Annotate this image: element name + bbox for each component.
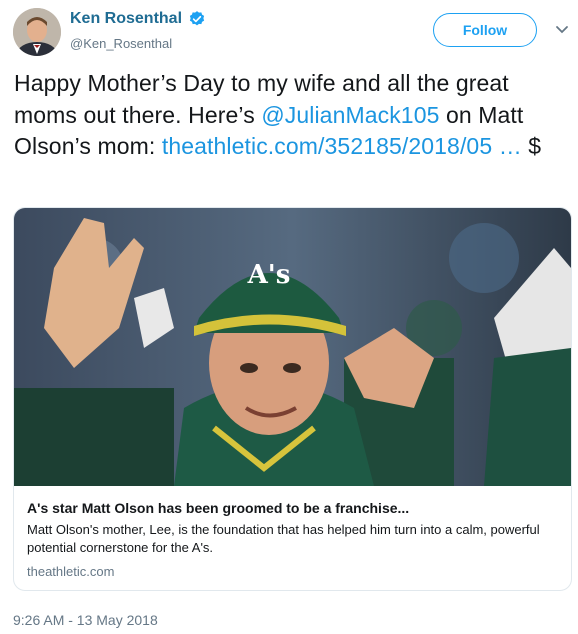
author-name[interactable]: Ken Rosenthal xyxy=(70,10,206,28)
tweet-timestamp[interactable]: 9:26 AM - 13 May 2018 xyxy=(13,612,158,628)
follow-button[interactable]: Follow xyxy=(433,13,537,47)
mention-link[interactable]: @JulianMack105 xyxy=(261,102,439,128)
card-description: Matt Olson's mother, Lee, is the foundat… xyxy=(27,522,540,555)
link-preview-card[interactable]: A's A's star Matt Olson has been groomed… xyxy=(13,207,572,591)
verified-badge-icon xyxy=(189,11,205,26)
card-title[interactable]: A's star Matt Olson has been groomed to … xyxy=(27,500,557,516)
baseball-player-photo: A's xyxy=(14,208,571,486)
card-domain[interactable]: theathletic.com xyxy=(27,564,114,579)
author-name-text[interactable]: Ken Rosenthal xyxy=(70,10,182,28)
tweet-text-part: $ xyxy=(521,133,542,159)
chevron-down-icon[interactable] xyxy=(554,24,570,36)
author-avatar[interactable] xyxy=(13,8,61,56)
avatar-photo-icon xyxy=(13,8,61,56)
tweet-text: Happy Mother’s Day to my wife and all th… xyxy=(14,68,569,163)
article-link[interactable]: theathletic.com/352185/2018/05 … xyxy=(162,133,522,159)
svg-text:A's: A's xyxy=(247,260,291,290)
author-handle[interactable]: @Ken_Rosenthal xyxy=(70,36,172,51)
